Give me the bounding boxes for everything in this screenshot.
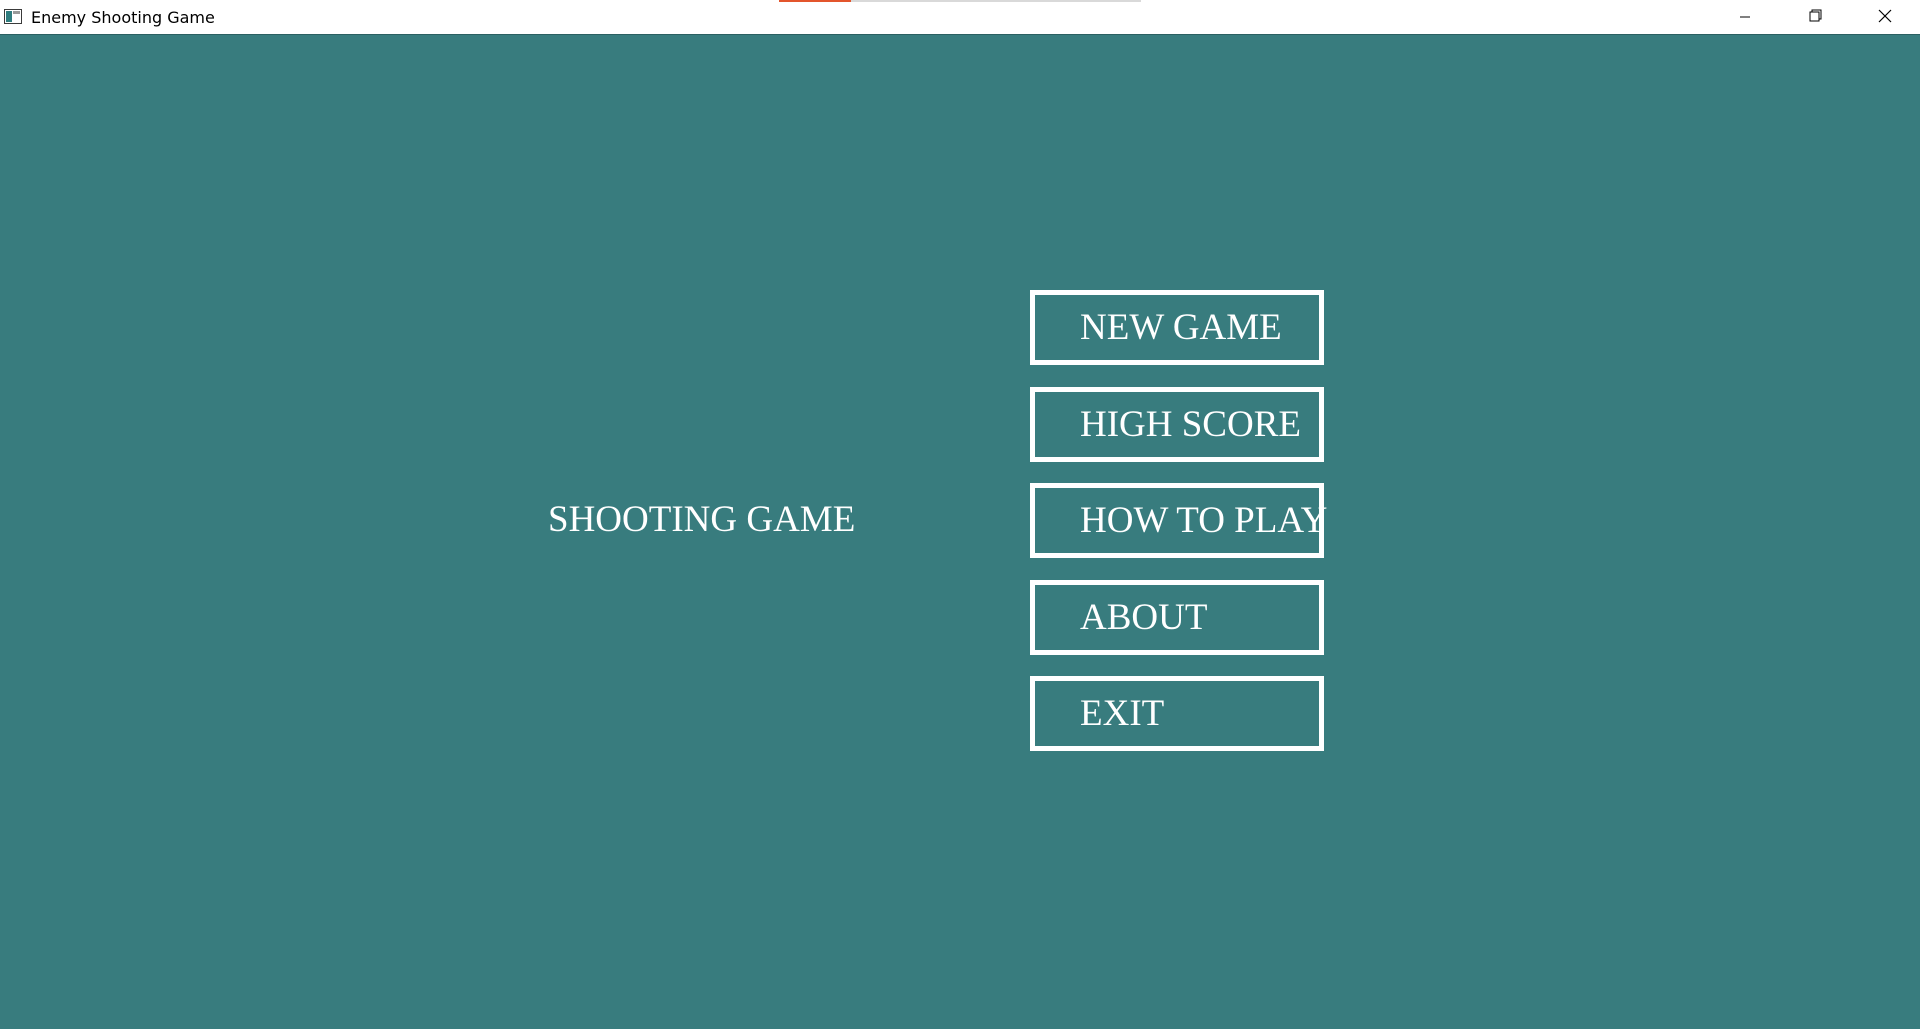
minimize-button[interactable]: [1710, 0, 1780, 34]
about-button[interactable]: ABOUT: [1030, 580, 1324, 655]
task-progress-fill: [779, 0, 852, 2]
high-score-button[interactable]: HIGH SCORE: [1030, 387, 1324, 462]
restore-icon: [1809, 9, 1822, 22]
minimize-icon: [1740, 16, 1750, 18]
new-game-button[interactable]: NEW GAME: [1030, 290, 1324, 365]
game-canvas: SHOOTING GAME NEW GAME HIGH SCORE HOW TO…: [0, 35, 1920, 1029]
window-title: Enemy Shooting Game: [31, 8, 215, 27]
close-icon: [1878, 9, 1892, 23]
exit-label: EXIT: [1080, 693, 1165, 734]
exit-button[interactable]: EXIT: [1030, 676, 1324, 751]
high-score-label: HIGH SCORE: [1080, 404, 1301, 445]
game-title: SHOOTING GAME: [548, 499, 856, 540]
game-window: Enemy Shooting Game SHOOTING GAME NEW GA…: [0, 0, 1920, 1029]
new-game-label: NEW GAME: [1080, 307, 1282, 348]
title-bar[interactable]: Enemy Shooting Game: [0, 0, 1920, 35]
close-button[interactable]: [1850, 0, 1920, 34]
about-label: ABOUT: [1080, 597, 1208, 638]
task-progress-bar: [779, 0, 1141, 2]
how-to-play-button[interactable]: HOW TO PLAY: [1030, 483, 1328, 558]
restore-button[interactable]: [1780, 0, 1850, 34]
how-to-play-label: HOW TO PLAY: [1080, 500, 1328, 541]
app-icon: [4, 9, 22, 24]
